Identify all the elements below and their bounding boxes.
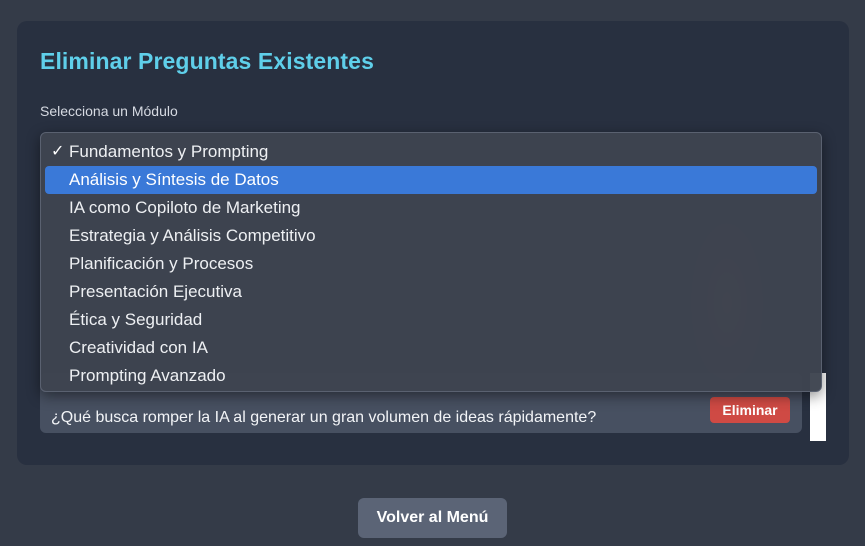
module-option-label: Análisis y Síntesis de Datos <box>69 170 279 189</box>
module-option[interactable]: Estrategia y Análisis Competitivo <box>45 222 817 250</box>
module-option[interactable]: IA como Copiloto de Marketing <box>45 194 817 222</box>
module-option[interactable]: Prompting Avanzado <box>45 362 817 390</box>
module-dropdown-menu[interactable]: ✓ Fundamentos y Prompting Análisis y Sín… <box>40 132 822 392</box>
check-icon: ✓ <box>51 143 65 160</box>
module-option[interactable]: Ética y Seguridad <box>45 306 817 334</box>
module-option[interactable]: Planificación y Procesos <box>45 250 817 278</box>
module-option-label: Prompting Avanzado <box>69 366 226 385</box>
module-option[interactable]: ✓ Fundamentos y Prompting <box>45 138 817 166</box>
module-option-label: Planificación y Procesos <box>69 254 254 273</box>
module-select-label: Selecciona un Módulo <box>40 103 178 119</box>
page-title: Eliminar Preguntas Existentes <box>40 48 374 74</box>
back-to-menu-button[interactable]: Volver al Menú <box>358 498 507 538</box>
module-option[interactable]: Análisis y Síntesis de Datos <box>45 166 817 194</box>
question-text: ¿Qué busca romper la IA al generar un gr… <box>51 409 597 426</box>
module-option[interactable]: Presentación Ejecutiva <box>45 278 817 306</box>
delete-question-button[interactable]: Eliminar <box>710 397 790 423</box>
module-option[interactable]: Creatividad con IA <box>45 334 817 362</box>
module-option-label: IA como Copiloto de Marketing <box>69 198 301 217</box>
module-option-label: Fundamentos y Prompting <box>69 142 269 161</box>
module-option-label: Presentación Ejecutiva <box>69 282 242 301</box>
module-option-label: Creatividad con IA <box>69 338 208 357</box>
module-option-label: Ética y Seguridad <box>69 310 203 329</box>
module-option-label: Estrategia y Análisis Competitivo <box>69 226 316 245</box>
